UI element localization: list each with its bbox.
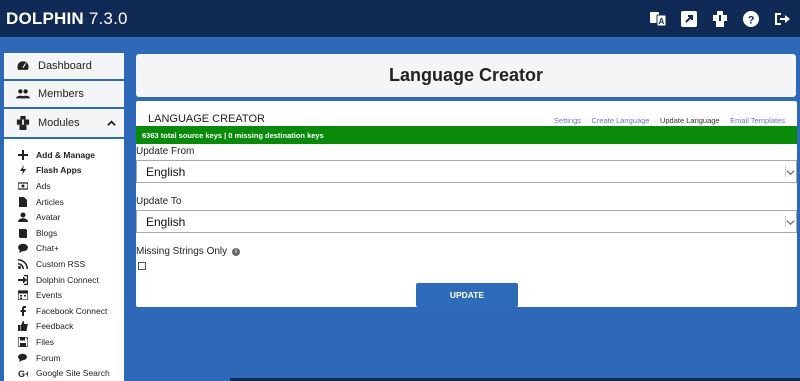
calendar-icon	[18, 290, 28, 301]
sidebar-module-item[interactable]: G+ Google Site Search	[4, 365, 124, 381]
app-version: 7.3.0	[88, 8, 128, 28]
facebook-icon	[18, 305, 28, 316]
sidebar-item-label: Dashboard	[38, 60, 92, 72]
sidebar-module-label: Blogs	[36, 227, 58, 238]
missing-strings-label: Missing Strings Only i	[136, 246, 240, 257]
sidebar-module-label: Facebook Connect	[36, 305, 108, 316]
comment-icon	[18, 243, 28, 254]
missing-strings-checkbox[interactable]	[138, 262, 146, 270]
update-to-select[interactable]: English	[136, 210, 797, 233]
sidebar-module-label: Google Site Search	[36, 368, 110, 379]
sidebar-module-label: Dolphin Connect	[36, 274, 99, 285]
sidebar-module-item[interactable]: Avatar	[4, 209, 124, 225]
thumbs-up-icon	[18, 321, 28, 332]
panel-tabs: Settings · Create Language · Update Language…	[554, 116, 785, 125]
sidebar-module-label: Add & Manage	[36, 149, 96, 160]
sidebar-module-label: Files	[36, 336, 54, 347]
modules-list: Add & Manage Flash Apps Ads Articles Avatar B…	[4, 139, 124, 381]
sidebar-module-item[interactable]: Forum	[4, 350, 124, 366]
sidebar-item-label: Members	[38, 88, 84, 100]
update-button[interactable]: UPDATE	[416, 283, 518, 307]
puzzle-icon	[16, 116, 30, 130]
sidebar-module-label: Events	[36, 290, 62, 301]
chevron-down-icon	[785, 216, 795, 227]
sidebar-module-item[interactable]: Articles	[4, 194, 124, 210]
sidebar: Dashboard Members Modules Add & Manage Fl…	[4, 53, 124, 381]
book-icon	[18, 228, 28, 238]
sidebar-module-item[interactable]: Flash Apps	[4, 163, 124, 179]
google-plus-icon: G+	[18, 368, 28, 378]
sidebar-module-item[interactable]: Files	[4, 334, 124, 350]
panel-tab-link[interactable]: Email Templates	[730, 116, 785, 125]
sidebar-module-item[interactable]: Dolphin Connect	[4, 272, 124, 288]
sidebar-module-item[interactable]: Blogs	[4, 225, 124, 241]
comments-icon	[18, 353, 28, 363]
users-icon	[16, 89, 30, 99]
update-from-label: Update From	[136, 146, 195, 157]
sign-in-icon	[18, 274, 28, 285]
info-icon[interactable]: i	[231, 248, 240, 256]
language-icon[interactable]: A	[650, 11, 666, 27]
update-to-label: Update To	[136, 196, 182, 207]
language-creator-panel: LANGUAGE CREATOR Settings · Create Languag…	[136, 101, 797, 307]
status-bar: 6363 total source keys | 0 missing desti…	[136, 126, 797, 144]
external-link-icon[interactable]	[681, 10, 697, 27]
logout-icon[interactable]	[774, 11, 790, 27]
dashboard-icon	[16, 60, 30, 71]
svg-text:?: ?	[748, 14, 755, 26]
sidebar-module-item[interactable]: Facebook Connect	[4, 303, 124, 319]
app-title[interactable]: DOLPHIN 7.3.0	[0, 9, 128, 29]
plus-icon	[18, 149, 28, 160]
panel-tab-link[interactable]: Settings	[554, 116, 581, 125]
sidebar-module-item[interactable]: Ads	[4, 178, 124, 194]
top-bar: DOLPHIN 7.3.0 A ?	[0, 0, 800, 37]
svg-text:G+: G+	[18, 369, 28, 378]
sidebar-module-item[interactable]: Custom RSS	[4, 256, 124, 272]
sidebar-item-label: Modules	[38, 117, 80, 129]
link-separator: ·	[585, 116, 588, 125]
sidebar-module-label: Chat+	[36, 243, 59, 254]
sidebar-item-members[interactable]: Members	[4, 81, 124, 109]
chevron-up-icon	[107, 119, 116, 126]
sidebar-module-item[interactable]: Chat+	[4, 241, 124, 257]
page-title: Language Creator	[388, 65, 544, 85]
sidebar-module-item[interactable]: Add & Manage	[4, 147, 124, 163]
sidebar-module-label: Articles	[36, 196, 64, 207]
sidebar-module-label: Custom RSS	[36, 258, 86, 269]
sidebar-module-item[interactable]: Events	[4, 287, 124, 303]
sidebar-item-dashboard[interactable]: Dashboard	[4, 53, 124, 81]
panel-tab-link: Update Language	[659, 116, 720, 125]
sidebar-module-label: Forum	[36, 352, 61, 363]
sidebar-module-label: Feedback	[36, 321, 74, 332]
update-to-value: English	[146, 214, 186, 229]
top-icons: A ?	[650, 0, 790, 37]
panel-tab-link[interactable]: Create Language	[592, 116, 650, 125]
save-icon	[18, 336, 28, 347]
money-icon	[18, 181, 28, 191]
missing-strings-text: Missing Strings Only	[136, 246, 228, 257]
chevron-down-icon	[785, 166, 795, 177]
sidebar-item-modules[interactable]: Modules	[4, 109, 124, 139]
update-from-value: English	[146, 164, 186, 179]
rss-icon	[18, 258, 28, 269]
link-separator: ·	[653, 116, 656, 125]
page-title-panel: Language Creator	[136, 54, 796, 97]
sidebar-module-label: Avatar	[36, 212, 61, 223]
app-name: DOLPHIN	[6, 8, 84, 28]
update-from-select[interactable]: English	[136, 160, 797, 183]
help-icon[interactable]: ?	[743, 10, 759, 27]
sidebar-module-label: Ads	[36, 180, 51, 191]
file-icon	[18, 196, 28, 207]
sidebar-module-item[interactable]: Feedback	[4, 319, 124, 335]
panel-heading: LANGUAGE CREATOR	[148, 113, 265, 125]
user-icon	[18, 212, 28, 223]
link-separator: ·	[723, 116, 727, 125]
extensions-icon[interactable]	[712, 10, 728, 27]
svg-text:A: A	[659, 17, 665, 26]
bolt-icon	[18, 165, 28, 176]
sidebar-module-label: Flash Apps	[36, 165, 82, 176]
